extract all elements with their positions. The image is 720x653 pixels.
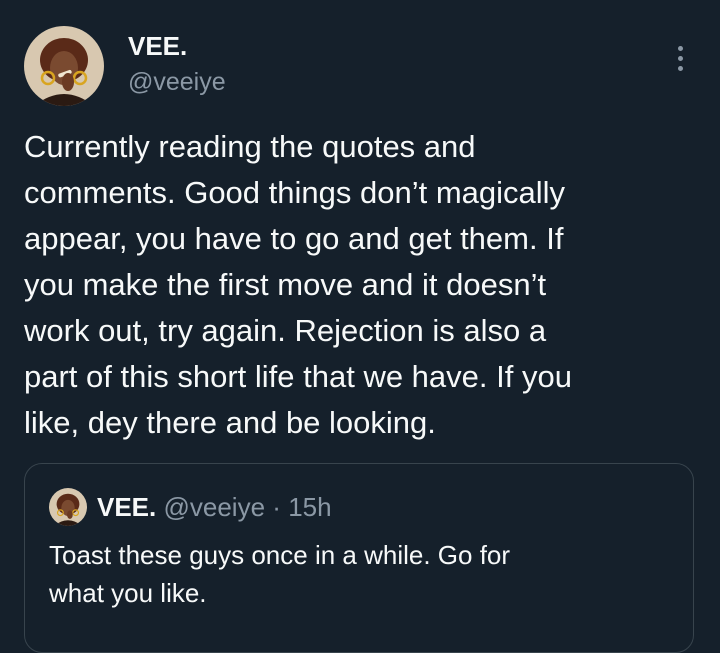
author-handle[interactable]: @veeiye [128, 66, 226, 98]
more-dot-icon [677, 65, 683, 71]
author-avatar[interactable] [24, 26, 104, 106]
quoted-tweet-card[interactable]: VEE. @veeiye · 15h Toast these guys once… [24, 463, 694, 653]
tweet: VEE. @veeiye Currently reading the quote… [0, 0, 720, 653]
profile-photo-icon [49, 488, 87, 526]
author-display-name[interactable]: VEE. [128, 30, 187, 62]
quoted-tweet-timestamp[interactable]: 15h [288, 492, 331, 522]
quoted-tweet-header: VEE. @veeiye · 15h [97, 489, 332, 525]
quoted-tweet-text: Toast these guys once in a while. Go for… [49, 540, 511, 608]
more-dot-icon [677, 55, 683, 61]
quoted-author-handle[interactable]: @veeiye [163, 492, 265, 522]
separator-dot: · [272, 492, 281, 522]
quoted-author-avatar[interactable] [49, 488, 87, 526]
profile-photo-icon [24, 26, 104, 106]
more-dot-icon [677, 45, 683, 51]
quoted-author-display-name[interactable]: VEE. [97, 492, 156, 522]
more-options-button[interactable] [664, 38, 696, 78]
tweet-text: Currently reading the quotes and comment… [24, 129, 572, 440]
